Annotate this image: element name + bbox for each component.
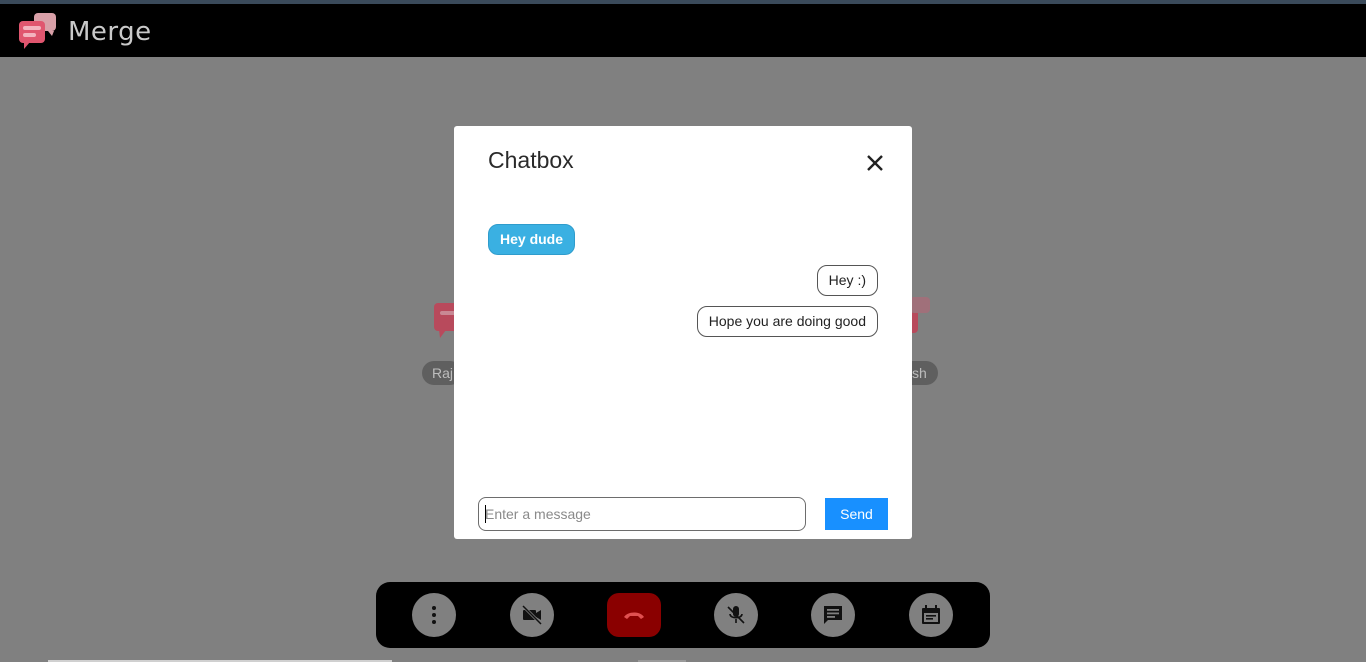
modal-overlay: Chatbox Hey dude Hey :) Hope you are doi… <box>0 0 1366 662</box>
schedule-button[interactable] <box>909 593 953 637</box>
toggle-mic-button[interactable] <box>714 593 758 637</box>
more-vert-icon <box>432 606 436 624</box>
mic-off-icon <box>727 606 745 624</box>
more-options-button[interactable] <box>412 593 456 637</box>
video-off-icon <box>521 604 543 626</box>
end-call-icon <box>624 612 644 619</box>
toggle-video-button[interactable] <box>510 593 554 637</box>
send-button[interactable]: Send <box>825 498 888 530</box>
close-icon[interactable] <box>862 150 888 176</box>
calendar-icon <box>922 605 940 624</box>
end-call-button[interactable] <box>607 593 661 637</box>
chat-icon <box>824 606 842 624</box>
chat-button[interactable] <box>811 593 855 637</box>
message-input[interactable] <box>478 497 806 531</box>
chatbox-title: Chatbox <box>488 147 574 173</box>
outgoing-message: Hope you are doing good <box>696 306 878 337</box>
text-caret <box>485 505 486 523</box>
outgoing-message: Hey :) <box>816 265 878 296</box>
call-controls-bar <box>376 582 990 648</box>
incoming-message: Hey dude <box>488 224 576 255</box>
message-list: Hey dude Hey :) Hope you are doing good <box>488 224 878 484</box>
chatbox-modal: Chatbox Hey dude Hey :) Hope you are doi… <box>454 126 912 539</box>
